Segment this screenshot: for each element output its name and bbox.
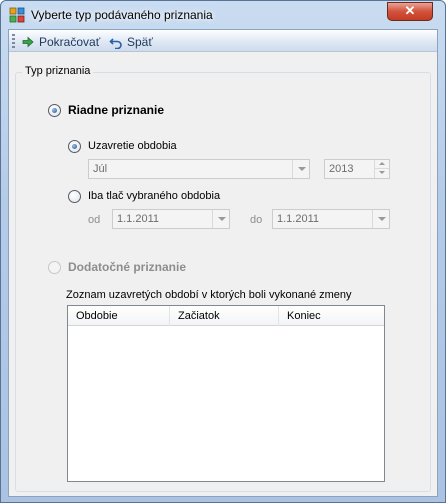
column-header-start[interactable]: Začiatok: [170, 306, 279, 326]
period-closing-label: Uzavretie obdobia: [88, 140, 177, 152]
month-select-value: Júl: [93, 163, 108, 175]
dialog-window: Vyberte typ podávaného priznania ✕ Pokra…: [0, 0, 446, 503]
title-bar[interactable]: Vyberte typ podávaného priznania ✕: [1, 1, 445, 29]
from-date-select[interactable]: 1.1.2011: [112, 209, 230, 229]
print-only-radio[interactable]: [68, 190, 81, 203]
undo-icon: [109, 37, 122, 49]
spin-up-icon[interactable]: [374, 160, 389, 169]
chevron-down-icon[interactable]: [292, 160, 309, 178]
arrow-right-icon: [22, 36, 34, 47]
supplementary-return-radio[interactable]: [48, 261, 61, 274]
period-closing-radio[interactable]: [68, 140, 81, 153]
close-icon: ✕: [404, 3, 416, 18]
back-button[interactable]: Späť: [109, 33, 153, 50]
regular-return-radio[interactable]: [48, 104, 61, 117]
column-header-period[interactable]: Obdobie: [68, 306, 170, 326]
to-label: do: [250, 214, 263, 226]
list-header: Obdobie Začiatok Koniec: [68, 306, 384, 326]
toolbar: Pokračovať Späť: [9, 30, 437, 52]
window-title: Vyberte typ podávaného priznania: [31, 8, 213, 22]
print-only-label: Iba tlač vybraného obdobia: [88, 190, 221, 202]
continue-label: Pokračovať: [39, 34, 101, 49]
from-label: od: [88, 214, 101, 226]
month-select[interactable]: Júl: [88, 159, 310, 179]
closed-periods-list[interactable]: Obdobie Začiatok Koniec: [67, 305, 385, 482]
to-date-select[interactable]: 1.1.2011: [272, 209, 390, 229]
year-stepper-value: 2013: [329, 163, 354, 175]
supplementary-return-label: Dodatočné priznanie: [68, 260, 187, 274]
continue-button[interactable]: Pokračovať: [21, 33, 100, 50]
back-label: Späť: [127, 34, 153, 49]
year-stepper[interactable]: 2013: [324, 159, 390, 179]
regular-return-label: Riadne priznanie: [68, 103, 165, 117]
close-button[interactable]: ✕: [387, 2, 433, 21]
chevron-down-icon[interactable]: [372, 210, 389, 228]
spin-down-icon[interactable]: [374, 169, 389, 178]
from-date-value: 1.1.2011: [117, 213, 160, 225]
to-date-value: 1.1.2011: [277, 213, 320, 225]
groupbox-legend: Typ priznania: [22, 65, 94, 77]
chevron-down-icon[interactable]: [212, 210, 229, 228]
toolbar-grip[interactable]: [12, 34, 15, 48]
column-header-end[interactable]: Koniec: [279, 306, 384, 326]
dialog-client-area: Pokračovať Späť Typ priznania Riadne pri…: [8, 29, 438, 497]
closed-periods-caption: Zoznam uzavretých období v ktorých boli …: [66, 289, 352, 301]
app-grid-icon: [9, 7, 25, 23]
